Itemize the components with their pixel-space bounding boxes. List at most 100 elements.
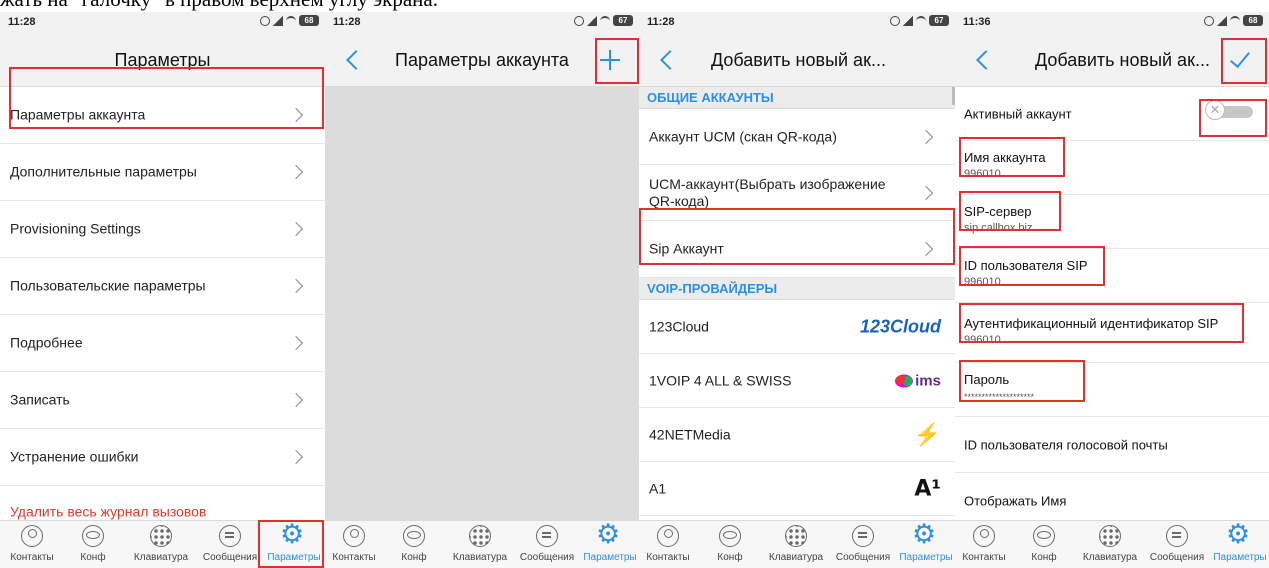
- settings-item-account[interactable]: Параметры аккаунта: [0, 87, 325, 144]
- tab-label: Сообщения: [1149, 552, 1205, 563]
- contacts-icon: [21, 525, 43, 547]
- account-params-screen: 11:28 67 Параметры аккаунта Контакты Кон…: [325, 12, 639, 568]
- status-bar: 11:28 67: [639, 12, 955, 34]
- tab-conference[interactable]: Конф: [705, 521, 755, 568]
- chevron-right-icon: [288, 335, 304, 351]
- provider-item[interactable]: A1 A¹: [639, 462, 955, 516]
- provider-item[interactable]: 1VOIP 4 ALL & SWISS ims: [639, 354, 955, 408]
- tab-bar: Контакты Конф Клавиатура Сообщения Парам…: [325, 519, 639, 568]
- sip-user-id-field[interactable]: ID пользователя SIP 996010: [955, 249, 1269, 303]
- tab-label: Конф: [1031, 552, 1057, 563]
- tab-keypad[interactable]: Клавиатура: [763, 521, 829, 568]
- tab-messages[interactable]: Сообщения: [200, 521, 260, 568]
- tab-conference[interactable]: Конф: [68, 521, 118, 568]
- auth-id-field[interactable]: Аутентификационный идентификатор SIP 9960…: [955, 303, 1269, 363]
- add-account-plus-icon[interactable]: [589, 38, 631, 82]
- settings-item-about[interactable]: Подробнее: [0, 315, 325, 372]
- battery-icon: 68: [1243, 15, 1263, 26]
- sip-server-field[interactable]: SIP-сервер sip.callbox.biz: [955, 195, 1269, 249]
- provider-item[interactable]: 42NETMedia ⚡: [639, 408, 955, 462]
- tab-label: Конф: [717, 552, 743, 563]
- gear-icon: [280, 519, 305, 550]
- settings-item-advanced[interactable]: Дополнительные параметры: [0, 144, 325, 201]
- tab-contacts[interactable]: Контакты: [2, 521, 62, 568]
- signal-icon: [1217, 15, 1227, 26]
- provider-item[interactable]: 123Cloud 123Cloud: [639, 300, 955, 354]
- tab-messages[interactable]: Сообщения: [517, 521, 577, 568]
- settings-screen: 11:28 68 Параметры Параметры аккаунта До…: [0, 12, 325, 568]
- chevron-right-icon: [918, 129, 934, 144]
- back-arrow-icon[interactable]: [971, 47, 995, 73]
- contacts-icon: [973, 525, 995, 547]
- section-header-general: ОБЩИЕ АККАУНТЫ: [639, 87, 955, 109]
- tab-label: Конф: [401, 552, 427, 563]
- status-bar: 11:28 67: [325, 12, 639, 34]
- settings-item-label: Provisioning Settings: [10, 220, 141, 237]
- battery-icon: 67: [613, 15, 633, 26]
- chevron-right-icon: [288, 392, 304, 408]
- settings-item-label: Устранение ошибки: [10, 448, 139, 465]
- settings-item-debug[interactable]: Устранение ошибки: [0, 429, 325, 486]
- alarm-icon: [574, 15, 584, 26]
- tab-conference[interactable]: Конф: [1019, 521, 1069, 568]
- field-label: Пароль: [964, 372, 1010, 387]
- tab-keypad[interactable]: Клавиатура: [447, 521, 513, 568]
- provider-name: A1: [649, 480, 667, 496]
- contacts-icon: [657, 525, 679, 547]
- provider-name: 1VOIP 4 ALL & SWISS: [649, 372, 792, 388]
- tab-messages[interactable]: Сообщения: [1147, 521, 1207, 568]
- save-checkmark-icon[interactable]: [1221, 38, 1263, 82]
- wifi-icon: [1230, 15, 1240, 26]
- tab-bar: Контакты Конф Клавиатура Сообщения Парам…: [639, 519, 955, 568]
- ims-logo: ims: [895, 372, 941, 389]
- settings-item-record[interactable]: Записать: [0, 372, 325, 429]
- back-arrow-icon[interactable]: [655, 47, 679, 73]
- add-account-type-screen: 11:28 67 Добавить новый ак... ОБЩИЕ АККА…: [639, 12, 955, 568]
- tab-messages[interactable]: Сообщения: [833, 521, 893, 568]
- wifi-icon: [600, 15, 610, 26]
- sip-account-item[interactable]: Sip Аккаунт: [639, 221, 955, 278]
- a1-logo-icon: A¹: [914, 476, 941, 501]
- settings-item-custom[interactable]: Пользовательские параметры: [0, 258, 325, 315]
- page-title: Параметры: [114, 50, 211, 70]
- active-account-label: Активный аккаунт: [964, 106, 1072, 121]
- tab-settings[interactable]: Параметры: [265, 519, 323, 568]
- empty-account-list: [325, 87, 639, 521]
- status-time: 11:28: [8, 16, 36, 28]
- signal-icon: [587, 15, 597, 26]
- ucm-qr-image-item[interactable]: UCM-аккаунт(Выбрать изображение QR-кода): [639, 165, 955, 221]
- account-type-list: ОБЩИЕ АККАУНТЫ Аккаунт UCM (скан QR-кода…: [639, 87, 955, 516]
- signal-icon: [903, 15, 913, 26]
- tab-contacts[interactable]: Контакты: [955, 521, 1013, 568]
- app-header: Параметры: [0, 34, 325, 87]
- tab-keypad[interactable]: Клавиатура: [128, 521, 194, 568]
- settings-item-provisioning[interactable]: Provisioning Settings: [0, 201, 325, 258]
- item-label: UCM-аккаунт(Выбрать изображение QR-кода): [649, 175, 886, 209]
- tab-conference[interactable]: Конф: [389, 521, 439, 568]
- ucm-qr-scan-item[interactable]: Аккаунт UCM (скан QR-кода): [639, 109, 955, 165]
- keypad-icon: [785, 525, 807, 547]
- messages-icon: [852, 525, 874, 547]
- account-name-field[interactable]: Имя аккаунта 996010: [955, 141, 1269, 195]
- 42netmedia-logo-icon: ⚡: [913, 421, 941, 447]
- tab-contacts[interactable]: Контакты: [325, 521, 383, 568]
- tab-label: Параметры: [1213, 552, 1267, 563]
- voicemail-user-id-field[interactable]: ID пользователя голосовой почты: [955, 417, 1269, 473]
- active-account-toggle[interactable]: ✕: [1205, 100, 1255, 121]
- conference-icon: [82, 525, 104, 547]
- field-label: SIP-сервер: [964, 204, 1032, 219]
- settings-item-label: Параметры аккаунта: [10, 106, 146, 123]
- tab-settings[interactable]: Параметры: [897, 519, 955, 568]
- tab-settings[interactable]: Параметры: [581, 519, 639, 568]
- tab-keypad[interactable]: Клавиатура: [1077, 521, 1143, 568]
- field-label: ID пользователя голосовой почты: [964, 437, 1168, 452]
- provider-name: 42NETMedia: [649, 426, 731, 442]
- tab-settings[interactable]: Параметры: [1211, 519, 1269, 568]
- status-time: 11:36: [963, 16, 991, 28]
- app-header: Параметры аккаунта: [325, 34, 639, 87]
- tab-contacts[interactable]: Контакты: [639, 521, 697, 568]
- password-field[interactable]: Пароль ********************: [955, 363, 1269, 417]
- keypad-icon: [469, 525, 491, 547]
- item-label: Sip Аккаунт: [649, 240, 724, 257]
- section-header-voip: VOIP-ПРОВАЙДЕРЫ: [639, 278, 955, 300]
